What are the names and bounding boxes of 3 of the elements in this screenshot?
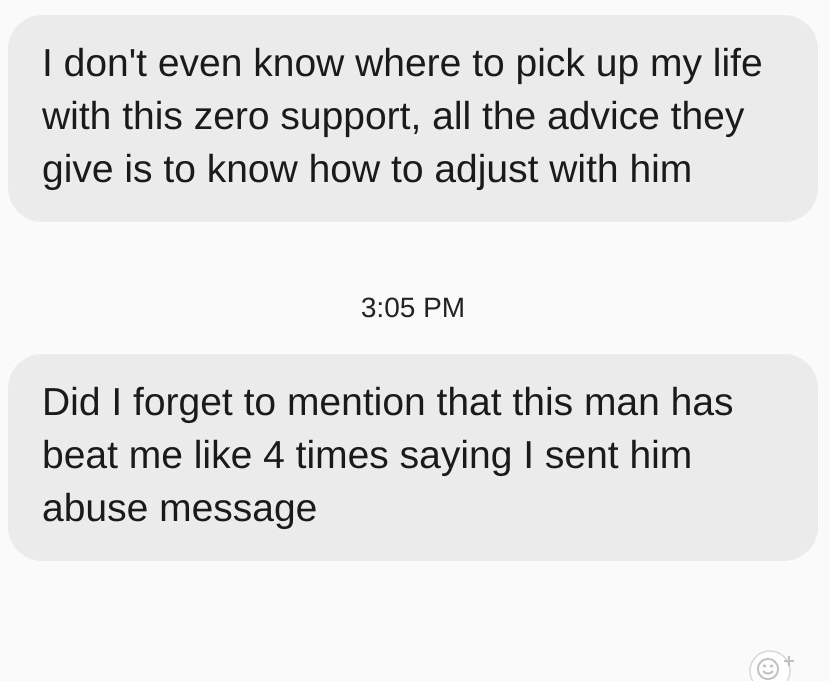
message-bubble: I don't even know where to pick up my life with this zero support, all the advice they give is to know how to adjust with him bbox=[8, 15, 818, 222]
message-bubble: Did I forget to mention that this man has beat me like 4 times saying I sent him abuse message bbox=[8, 354, 818, 561]
timestamp: 3:05 PM bbox=[360, 292, 466, 324]
